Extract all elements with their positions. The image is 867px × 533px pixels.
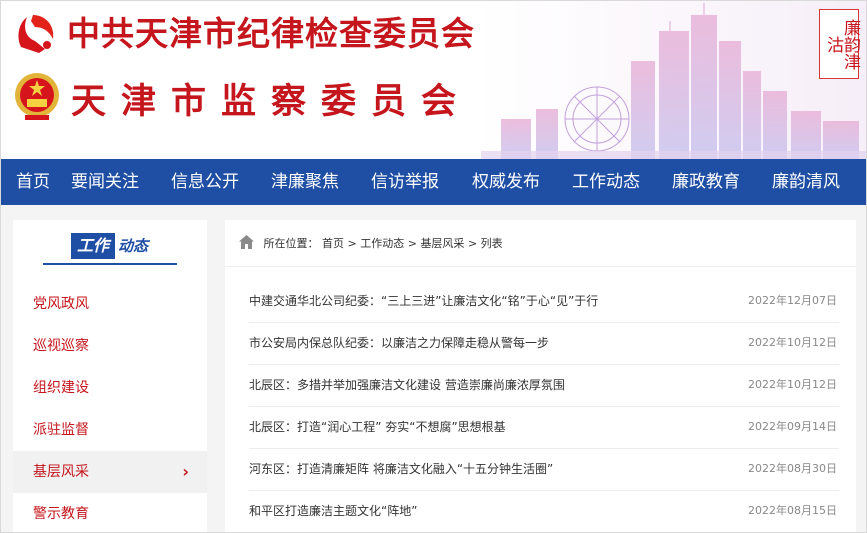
nav-item-home[interactable]: 首页 — [16, 159, 50, 205]
article-date: 2022年08月30日 — [748, 462, 837, 475]
sidebar-item-organization[interactable]: 组织建设 — [13, 367, 207, 409]
main-content: 所在位置： 首页 > 工作动态 > 基层风采 > 列表 中建交通华北公司纪委：“… — [225, 220, 856, 532]
article-date: 2022年08月15日 — [748, 504, 837, 517]
article-date: 2022年12月07日 — [748, 294, 837, 307]
main-nav: 首页 要闻关注 信息公开 津廉聚焦 信访举报 权威发布 工作动态 廉政教育 廉韵… — [1, 159, 866, 205]
article-row[interactable]: 北辰区：多措并举加强廉洁文化建设 营造崇廉尚廉浓厚氛围 2022年10月12日 — [249, 364, 839, 407]
breadcrumb: 所在位置： 首页 > 工作动态 > 基层风采 > 列表 — [239, 234, 503, 254]
sidebar-item-conduct[interactable]: 党风政风 — [13, 283, 207, 325]
nav-item-news[interactable]: 要闻关注 — [71, 159, 139, 205]
article-date: 2022年09月14日 — [748, 420, 837, 433]
seal-stamp: 廉韵津沽 — [819, 9, 860, 79]
article-row[interactable]: 北辰区：打造“润心工程” 夯实“不想腐”思想根基 2022年09月14日 — [249, 406, 839, 449]
sidebar-item-label: 巡视巡察 — [33, 338, 89, 354]
page-frame: 中共天津市纪律检查委员会 天津市监察委员会 廉韵津沽 首页 要闻关注 信息公开 … — [0, 0, 867, 533]
nav-item-culture[interactable]: 廉韵清风 — [772, 159, 840, 205]
article-title[interactable]: 市公安局内保总队纪委：以廉洁之力保障走稳从警每一步 — [249, 322, 549, 364]
sidebar-item-label: 党风政风 — [33, 296, 89, 312]
breadcrumb-separator: > — [467, 237, 478, 250]
sidebar-item-grassroots[interactable]: 基层风采 › — [13, 451, 207, 493]
chevron-right-icon: › — [182, 462, 189, 481]
site-header: 中共天津市纪律检查委员会 天津市监察委员会 廉韵津沽 — [1, 1, 866, 159]
article-title[interactable]: 河东区：打造清廉矩阵 将廉洁文化融入“十五分钟生活圈” — [249, 448, 553, 490]
divider — [225, 266, 856, 267]
sidebar-item-inspection[interactable]: 巡视巡察 — [13, 325, 207, 367]
article-title[interactable]: 北辰区：多措并举加强廉洁文化建设 营造崇廉尚廉浓厚氛围 — [249, 364, 565, 406]
article-date: 2022年10月12日 — [748, 378, 837, 391]
nav-item-release[interactable]: 权威发布 — [472, 159, 540, 205]
breadcrumb-link-home[interactable]: 首页 — [322, 237, 344, 250]
article-date: 2022年10月12日 — [748, 336, 837, 349]
breadcrumb-separator: > — [407, 237, 417, 250]
sidebar: 工作 动态 党风政风 巡视巡察 组织建设 派驻监督 基层风采 › 警示教育 — [13, 220, 207, 532]
sidebar-heading: 工作 动态 — [13, 220, 207, 272]
national-emblem-icon — [15, 73, 59, 120]
article-title[interactable]: 北辰区：打造“润心工程” 夯实“不想腐”思想根基 — [249, 406, 506, 448]
article-row[interactable]: 市公安局内保总队纪委：以廉洁之力保障走稳从警每一步 2022年10月12日 — [249, 322, 839, 365]
sidebar-heading-underline — [43, 263, 177, 265]
sidebar-item-label: 组织建设 — [33, 380, 89, 396]
breadcrumb-link-grassroots[interactable]: 基层风采 — [420, 237, 464, 250]
nav-item-focus[interactable]: 津廉聚焦 — [271, 159, 339, 205]
sidebar-item-label: 派驻监督 — [33, 422, 89, 438]
title-supervision: 天津市监察委员会 — [71, 81, 472, 122]
breadcrumb-link-work[interactable]: 工作动态 — [360, 237, 404, 250]
home-icon — [239, 235, 254, 249]
breadcrumb-separator: > — [347, 237, 357, 250]
breadcrumb-prefix: 所在位置： — [263, 237, 319, 250]
article-row[interactable]: 中建交通华北公司纪委：“三上三进”让廉洁文化“铭”于心“见”于行 2022年12… — [249, 280, 839, 323]
nav-item-info[interactable]: 信息公开 — [171, 159, 239, 205]
article-row[interactable]: 河东区：打造清廉矩阵 将廉洁文化融入“十五分钟生活圈” 2022年08月30日 — [249, 448, 839, 491]
sidebar-item-warning[interactable]: 警示教育 — [13, 493, 207, 532]
nav-item-report[interactable]: 信访举报 — [371, 159, 439, 205]
article-title[interactable]: 中建交通华北公司纪委：“三上三进”让廉洁文化“铭”于心“见”于行 — [249, 280, 598, 322]
sidebar-item-label: 警示教育 — [33, 506, 89, 522]
title-commission: 中共天津市纪律检查委员会 — [67, 14, 475, 53]
article-row[interactable]: 和平区打造廉洁主题文化“阵地” 2022年08月15日 — [249, 490, 839, 532]
sidebar-item-label: 基层风采 — [33, 464, 89, 480]
sidebar-heading-rest: 动态 — [118, 237, 149, 255]
sidebar-heading-highlight: 工作 — [71, 233, 116, 259]
sidebar-item-stationed[interactable]: 派驻监督 — [13, 409, 207, 451]
party-emblem-icon — [18, 15, 54, 53]
breadcrumb-current: 列表 — [480, 237, 503, 250]
nav-item-education[interactable]: 廉政教育 — [672, 159, 740, 205]
article-title[interactable]: 和平区打造廉洁主题文化“阵地” — [249, 490, 417, 532]
nav-item-work[interactable]: 工作动态 — [572, 159, 640, 205]
